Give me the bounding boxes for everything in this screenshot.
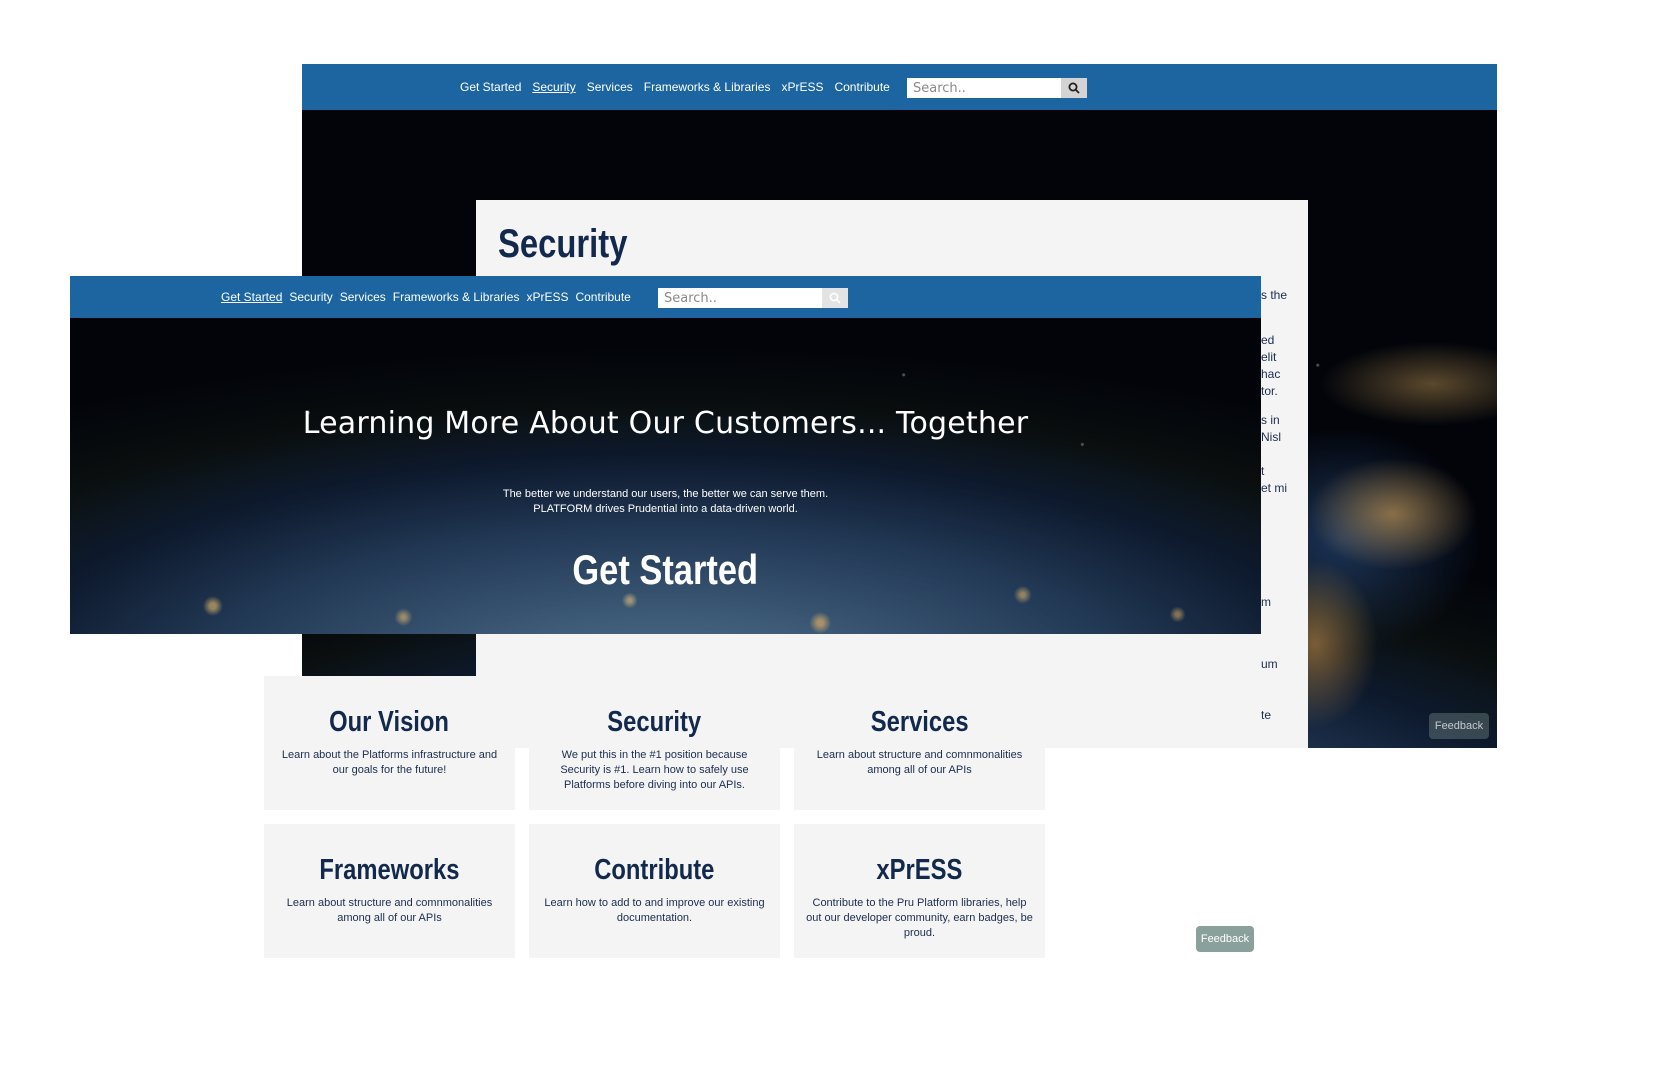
back-nav-security[interactable]: Security — [532, 80, 575, 94]
card-title: xPrESS — [876, 854, 963, 886]
security-fragment: et mi — [1261, 481, 1288, 495]
card-description: Learn about structure and comnmonalities… — [286, 897, 493, 924]
back-search-box — [907, 78, 1087, 98]
security-page-title: Security — [498, 222, 628, 266]
card-title: Our Vision — [329, 706, 450, 738]
card-description: Contribute to the Pru Platform libraries… — [806, 897, 1033, 939]
back-nav-frameworks-libraries[interactable]: Frameworks & Libraries — [644, 80, 771, 94]
card-description: Learn about structure and comnmonalities… — [816, 749, 1023, 776]
back-search-button[interactable] — [1061, 78, 1087, 98]
front-nav-links: Get Started Security Services Frameworks… — [221, 290, 631, 304]
hero-subtitle-line-2: PLATFORM drives Prudential into a data-d… — [533, 503, 798, 515]
security-fragment: ed — [1261, 333, 1275, 347]
back-nav-bar: Get Started Security Services Frameworks… — [302, 64, 1497, 110]
front-feedback-button[interactable]: Feedback — [1196, 926, 1254, 952]
search-icon — [829, 292, 841, 304]
back-search-input[interactable] — [907, 78, 1061, 98]
card-description: Learn how to add to and improve our exis… — [544, 897, 765, 924]
card-title: Contribute — [594, 854, 715, 886]
card-services[interactable]: Services Learn about structure and comnm… — [794, 676, 1045, 810]
back-nav-contribute[interactable]: Contribute — [834, 80, 889, 94]
front-nav-services[interactable]: Services — [340, 290, 386, 304]
front-search-box — [658, 288, 848, 308]
card-contribute[interactable]: Contribute Learn how to add to and impro… — [529, 824, 780, 958]
card-frameworks[interactable]: Frameworks Learn about structure and com… — [264, 824, 515, 958]
front-search-button[interactable] — [822, 288, 848, 308]
card-title: Security — [607, 706, 702, 738]
front-nav-frameworks-libraries[interactable]: Frameworks & Libraries — [393, 290, 520, 304]
security-fragment: m — [1261, 595, 1271, 609]
security-fragment: hac — [1261, 367, 1281, 381]
front-nav-bar: Get Started Security Services Frameworks… — [70, 276, 1261, 318]
security-fragment: tor. — [1261, 384, 1278, 398]
security-fragment: t — [1261, 464, 1265, 478]
card-description: Learn about the Platforms infrastructure… — [281, 749, 498, 776]
card-title: Services — [870, 706, 969, 738]
front-search-input[interactable] — [658, 288, 822, 308]
security-fragment: um — [1261, 657, 1278, 671]
security-fragment: Nisl — [1261, 430, 1281, 444]
get-started-label: Get Started — [572, 546, 759, 593]
back-nav-get-started[interactable]: Get Started — [460, 80, 521, 94]
search-icon — [1068, 82, 1080, 94]
card-title: Frameworks — [319, 854, 460, 886]
security-fragment: te — [1261, 708, 1272, 722]
security-fragment: s the — [1261, 288, 1288, 302]
card-description: We put this in the #1 position because S… — [560, 749, 749, 791]
front-nav-contribute[interactable]: Contribute — [575, 290, 630, 304]
card-xpress[interactable]: xPrESS Contribute to the Pru Platform li… — [794, 824, 1045, 958]
hero-subtitle-line-1: The better we understand our users, the … — [502, 488, 829, 500]
back-nav-xpress[interactable]: xPrESS — [781, 80, 823, 94]
back-nav-links: Get Started Security Services Frameworks… — [460, 80, 890, 94]
back-feedback-button[interactable]: Feedback — [1429, 713, 1489, 739]
security-fragment: elit — [1261, 350, 1277, 364]
back-nav-services[interactable]: Services — [587, 80, 633, 94]
hero-title: Learning More About Our Customers... Tog… — [302, 406, 1029, 441]
card-our-vision[interactable]: Our Vision Learn about the Platforms inf… — [264, 676, 515, 810]
get-started-button[interactable]: Get Started — [70, 546, 1261, 594]
front-nav-xpress[interactable]: xPrESS — [526, 290, 568, 304]
front-nav-security[interactable]: Security — [289, 290, 332, 304]
front-window-home-page: Get Started Security Services Frameworks… — [70, 276, 1261, 960]
card-security[interactable]: Security We put this in the #1 position … — [529, 676, 780, 810]
security-fragment: s in — [1261, 413, 1280, 427]
front-nav-get-started[interactable]: Get Started — [221, 290, 282, 304]
